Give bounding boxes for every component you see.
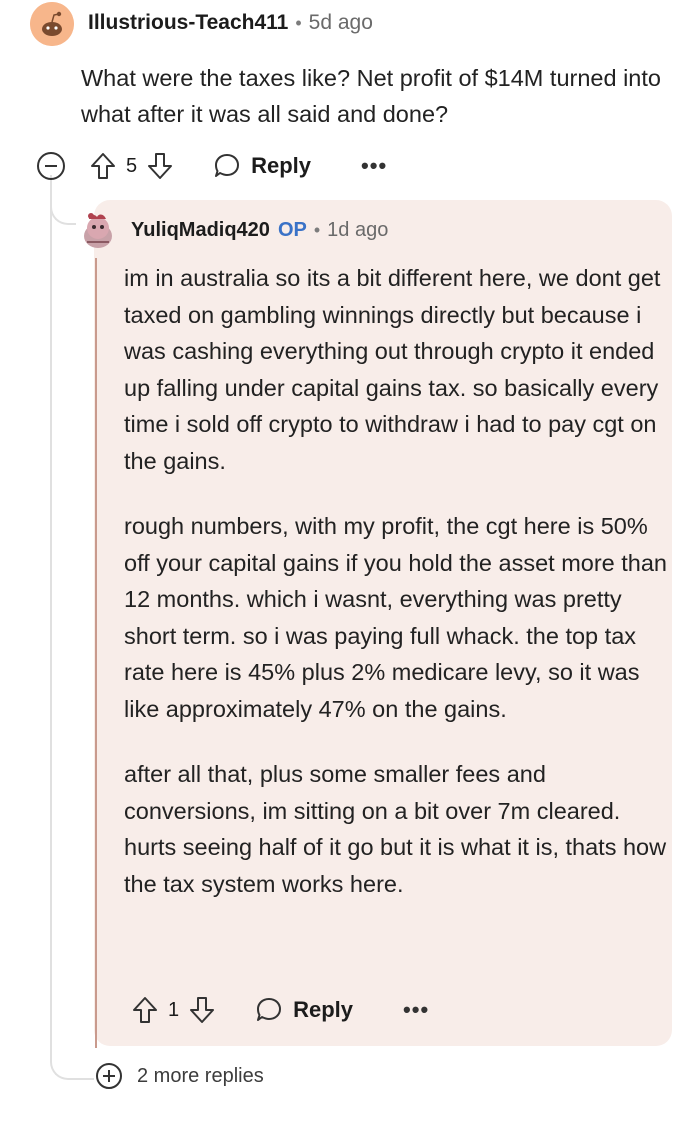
reply-button[interactable]: Reply <box>255 996 353 1024</box>
more-replies-label: 2 more replies <box>137 1064 264 1087</box>
comment-meta: Illustrious-Teach411 • 5d ago <box>88 11 373 35</box>
comment-body: What were the taxes like? Net profit of … <box>81 65 661 127</box>
downvote-icon <box>190 997 215 1023</box>
reply-paragraph: after all that, plus some smaller fees a… <box>124 761 667 897</box>
reply-body: im in australia so its a bit different h… <box>124 260 669 931</box>
character-avatar-icon <box>84 213 112 248</box>
more-options-button[interactable]: ••• <box>403 997 429 1023</box>
separator-dot: • <box>313 220 321 240</box>
downvote-icon <box>148 153 173 179</box>
upvote-icon <box>91 153 115 179</box>
expand-plus-icon <box>96 1063 122 1089</box>
more-options-button[interactable]: ••• <box>361 153 387 179</box>
username[interactable]: Illustrious-Teach411 <box>88 11 288 35</box>
avatar[interactable] <box>75 206 121 252</box>
reply-paragraph: im in australia so its a bit different h… <box>124 265 661 474</box>
thread-line <box>50 183 52 1059</box>
reply-button[interactable]: Reply <box>213 152 311 180</box>
reply-label: Reply <box>293 997 354 1022</box>
vote-count: 5 <box>126 154 138 177</box>
upvote-button[interactable] <box>90 152 116 180</box>
thread-branch-bottom <box>50 1040 94 1080</box>
timestamp: 5d ago <box>308 11 373 34</box>
op-badge: OP <box>277 219 307 241</box>
reply-thread-line <box>95 258 97 1048</box>
more-replies-button[interactable]: 2 more replies <box>95 1062 264 1090</box>
snoo-avatar-icon <box>30 2 74 46</box>
reply-icon <box>257 998 282 1021</box>
separator-dot: • <box>295 12 302 33</box>
collapse-button[interactable] <box>36 151 66 181</box>
collapse-icon <box>37 152 65 180</box>
timestamp: 1d ago <box>327 219 389 241</box>
reply-meta: YuliqMadiq420 OP • 1d ago <box>131 219 388 242</box>
avatar[interactable] <box>30 2 74 46</box>
downvote-button[interactable] <box>147 152 173 180</box>
reply-label: Reply <box>251 153 312 178</box>
reply-icon <box>215 154 240 177</box>
reply-paragraph: rough numbers, with my profit, the cgt h… <box>124 513 668 722</box>
upvote-icon <box>133 997 157 1023</box>
reply-actions: 1 Reply ••• <box>132 990 429 1030</box>
username[interactable]: YuliqMadiq420 <box>131 219 270 242</box>
upvote-button[interactable] <box>132 996 158 1024</box>
vote-count: 1 <box>168 998 180 1021</box>
comment-actions: 5 Reply ••• <box>36 146 387 186</box>
downvote-button[interactable] <box>189 996 215 1024</box>
